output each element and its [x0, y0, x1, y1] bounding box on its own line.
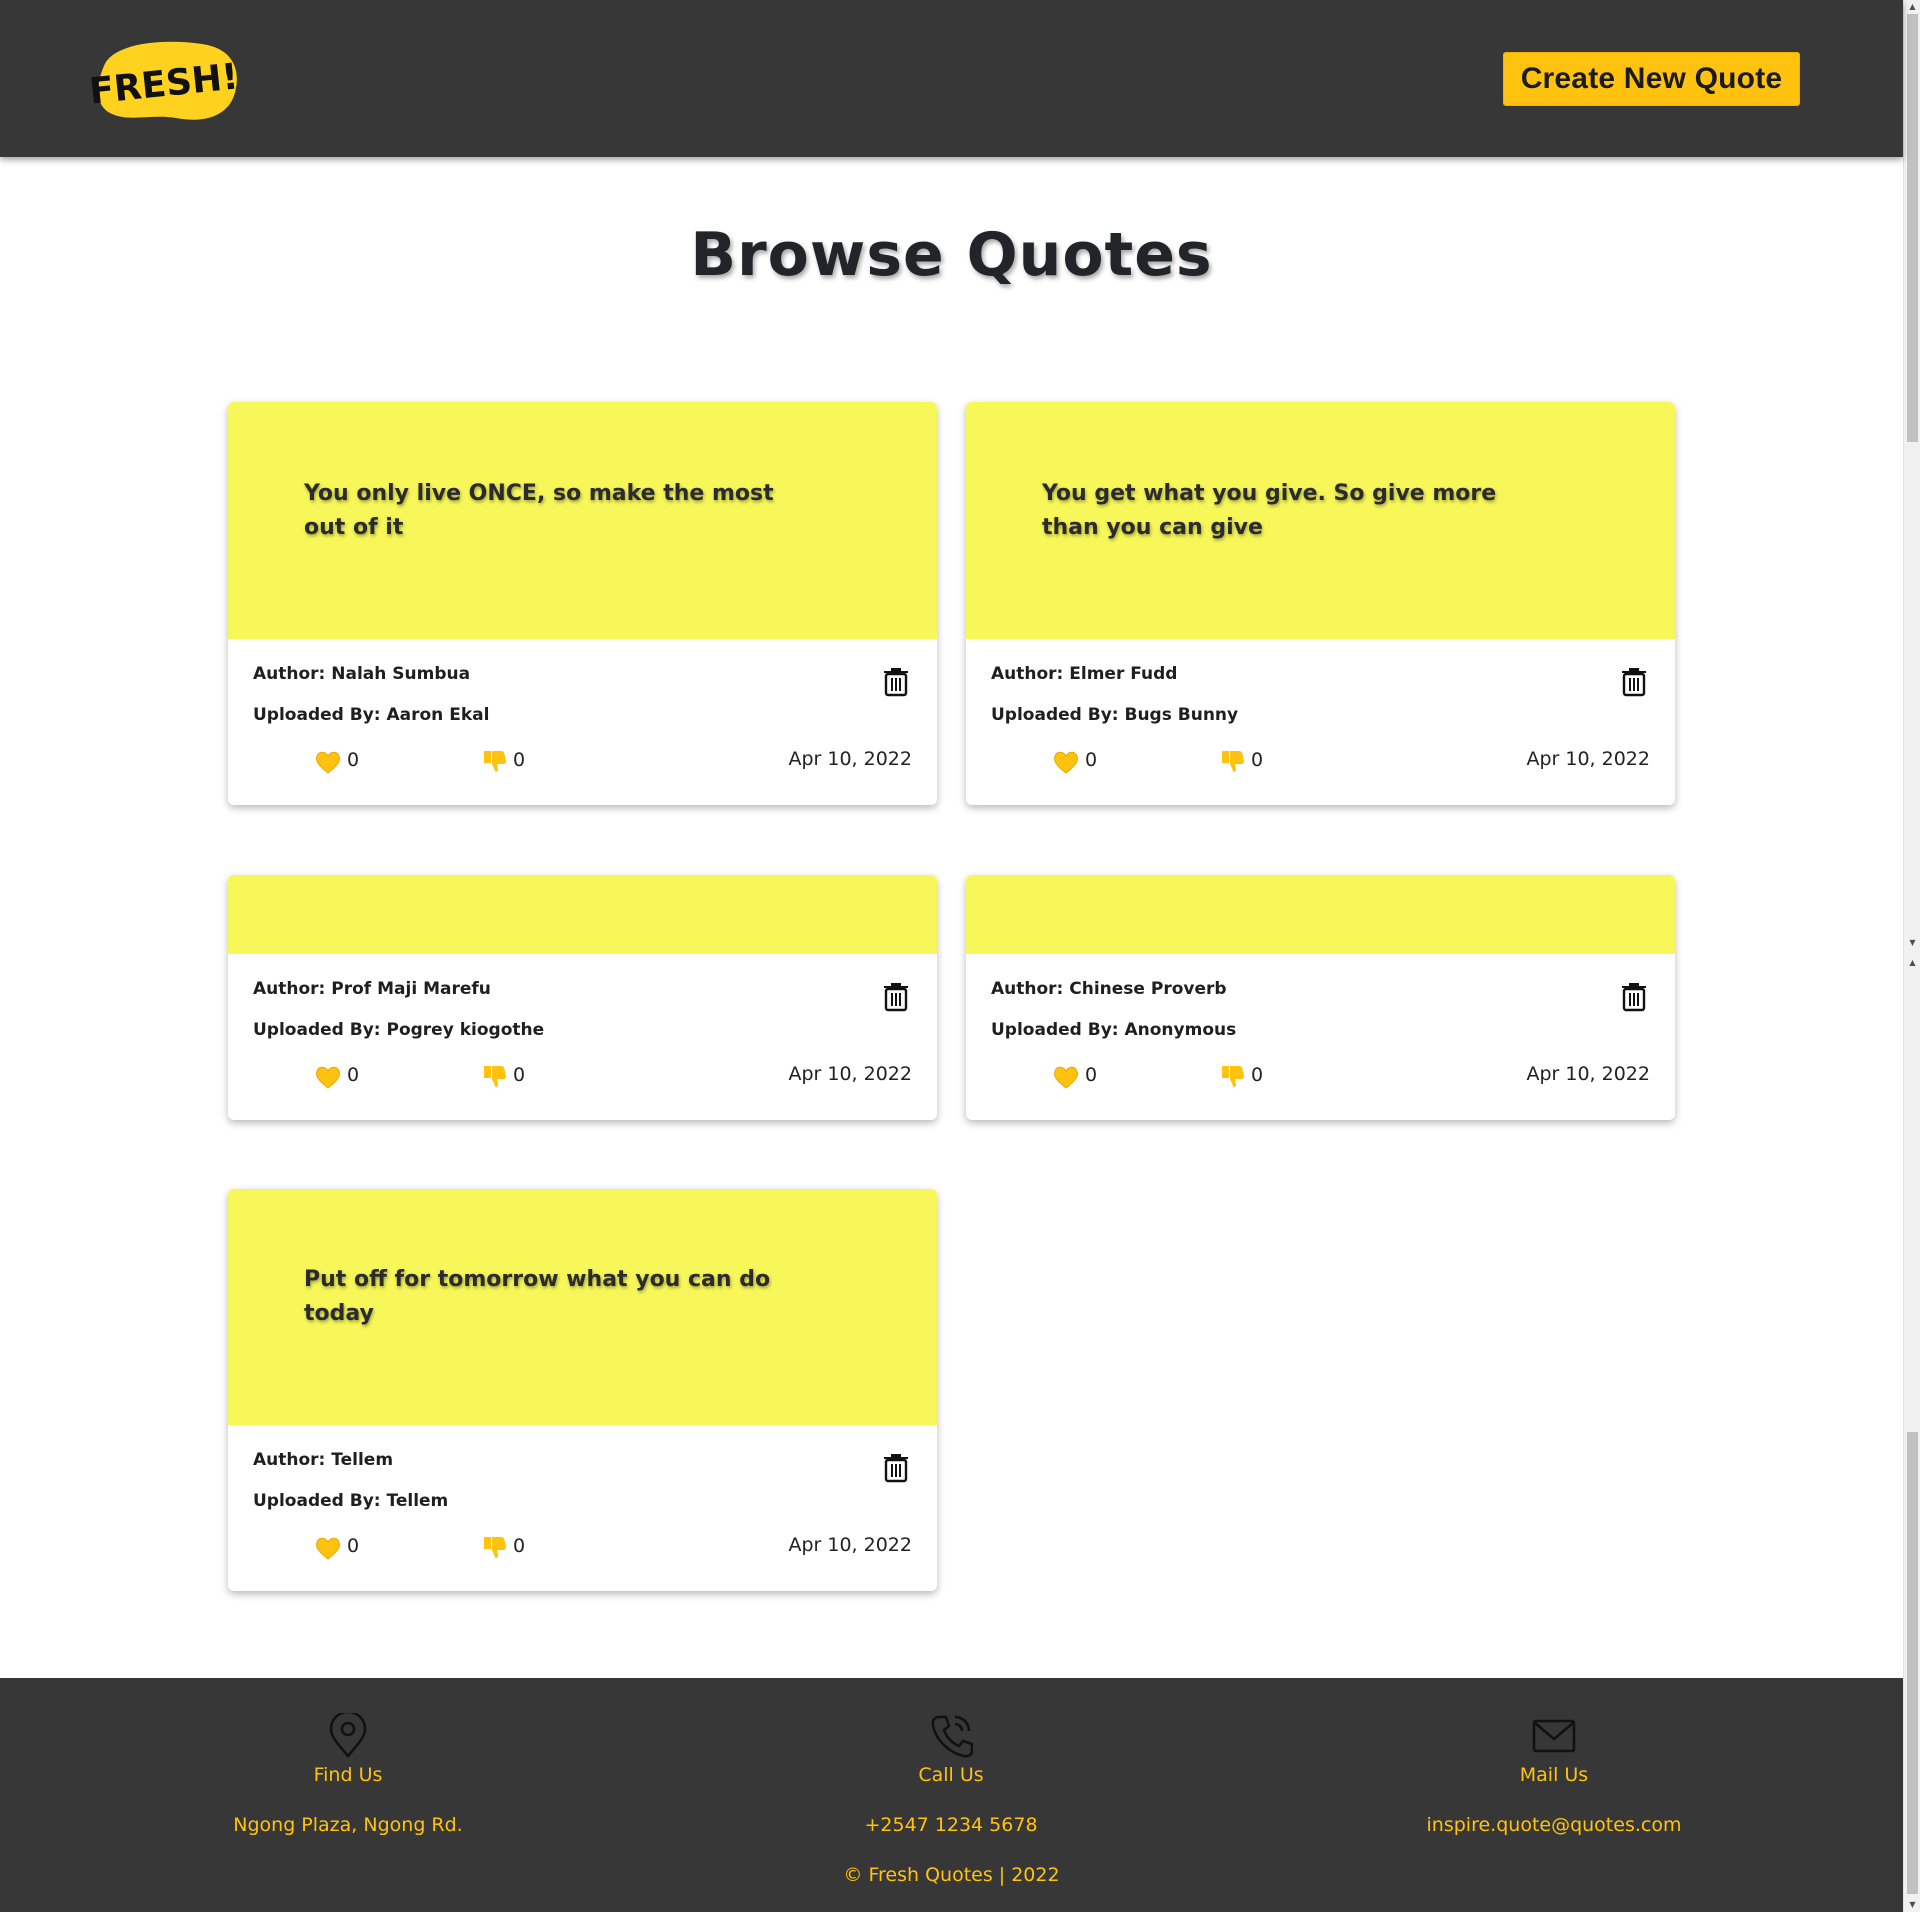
quote-uploader: Uploaded By: Tellem — [253, 1491, 449, 1511]
thumbs-down-icon[interactable] — [480, 747, 508, 775]
heart-icon[interactable] — [1052, 749, 1080, 775]
heart-icon[interactable] — [1052, 1064, 1080, 1090]
quote-card-bottom: Author: Elmer Fudd Uploaded By: Bugs Bun… — [966, 639, 1675, 805]
like-count: 0 — [347, 1064, 360, 1086]
trash-icon[interactable] — [882, 1451, 910, 1483]
quote-author: Author: Prof Maji Marefu — [253, 979, 491, 999]
dislike-count: 0 — [513, 1064, 526, 1086]
quote-date: Apr 10, 2022 — [1526, 748, 1650, 770]
create-new-quote-button[interactable]: Create New Quote — [1503, 52, 1800, 106]
envelope-icon — [1532, 1719, 1576, 1753]
scrollbar-thumb[interactable] — [1907, 14, 1918, 442]
scroll-down-arrow-icon[interactable]: ▼ — [1904, 936, 1920, 950]
trash-icon[interactable] — [1620, 665, 1648, 697]
trash-icon[interactable] — [1620, 980, 1648, 1012]
footer-email[interactable]: inspire.quote@quotes.com — [1354, 1814, 1754, 1836]
quote-card: You get what you give. So give more than… — [966, 402, 1675, 805]
footer-phone[interactable]: +2547 1234 5678 — [751, 1814, 1151, 1836]
thumbs-down-icon[interactable] — [1218, 1062, 1246, 1090]
quote-card-top: You get what you give. So give more than… — [966, 402, 1675, 639]
quote-card-top — [228, 875, 937, 954]
page-title: Browse Quotes — [690, 220, 1213, 290]
vertical-scrollbar[interactable]: ▲ ▼ ▲ ▼ — [1903, 0, 1920, 1912]
scroll-up-arrow-icon[interactable]: ▲ — [1904, 956, 1920, 970]
quote-uploader: Uploaded By: Pogrey kiogothe — [253, 1020, 545, 1040]
heart-icon[interactable] — [314, 1535, 342, 1561]
quote-card-top: You only live ONCE, so make the most out… — [228, 402, 937, 639]
copyright: © Fresh Quotes | 2022 — [843, 1864, 1060, 1886]
quote-card-top: Put off for tomorrow what you can do tod… — [228, 1189, 937, 1425]
footer-mail-title: Mail Us — [1519, 1764, 1589, 1786]
thumbs-down-icon[interactable] — [480, 1533, 508, 1561]
like-count: 0 — [347, 1535, 360, 1557]
phone-icon — [931, 1715, 973, 1758]
heart-icon[interactable] — [314, 749, 342, 775]
quote-uploader: Uploaded By: Aaron Ekal — [253, 705, 490, 725]
quote-text: You get what you give. So give more than… — [1042, 481, 1497, 540]
quote-text: You only live ONCE, so make the most out… — [304, 481, 774, 540]
quote-uploader: Uploaded By: Bugs Bunny — [991, 705, 1239, 725]
trash-icon[interactable] — [882, 665, 910, 697]
quote-author: Author: Elmer Fudd — [991, 664, 1178, 684]
quote-author: Author: Tellem — [253, 1450, 394, 1470]
quote-date: Apr 10, 2022 — [1526, 1063, 1650, 1085]
quote-author: Author: Chinese Proverb — [991, 979, 1227, 999]
like-count: 0 — [347, 749, 360, 771]
quote-card-bottom: Author: Prof Maji Marefu Uploaded By: Po… — [228, 954, 937, 1120]
footer-call-title: Call Us — [918, 1764, 984, 1786]
navbar: FRESH! Create New Quote — [0, 0, 1903, 157]
dislike-count: 0 — [513, 1535, 526, 1557]
dislike-count: 0 — [513, 749, 526, 771]
trash-icon[interactable] — [882, 980, 910, 1012]
quote-date: Apr 10, 2022 — [788, 1534, 912, 1556]
map-pin-icon — [329, 1713, 367, 1759]
scroll-down-arrow-icon[interactable]: ▼ — [1904, 1898, 1920, 1912]
thumbs-down-icon[interactable] — [480, 1062, 508, 1090]
quote-card: Author: Chinese Proverb Uploaded By: Ano… — [966, 875, 1675, 1120]
scroll-up-arrow-icon[interactable]: ▲ — [1904, 0, 1920, 14]
quote-uploader: Uploaded By: Anonymous — [991, 1020, 1237, 1040]
quote-date: Apr 10, 2022 — [788, 1063, 912, 1085]
heart-icon[interactable] — [314, 1064, 342, 1090]
fresh-logo[interactable]: FRESH! — [90, 36, 240, 126]
footer-address: Ngong Plaza, Ngong Rd. — [233, 1814, 463, 1836]
scrollbar-thumb[interactable] — [1907, 1432, 1918, 1894]
quote-card-bottom: Author: Tellem Uploaded By: Tellem 0 0 A… — [228, 1425, 937, 1591]
quote-author: Author: Nalah Sumbua — [253, 664, 471, 684]
quote-card: Author: Prof Maji Marefu Uploaded By: Po… — [228, 875, 937, 1120]
like-count: 0 — [1085, 1064, 1098, 1086]
quote-card-bottom: Author: Chinese Proverb Uploaded By: Ano… — [966, 954, 1675, 1120]
quote-card-top — [966, 875, 1675, 954]
page: FRESH! Create New Quote Browse Quotes Yo… — [0, 0, 1903, 1912]
footer-find-title: Find Us — [313, 1764, 383, 1786]
quote-card: Put off for tomorrow what you can do tod… — [228, 1189, 937, 1591]
quote-text: Put off for tomorrow what you can do tod… — [304, 1267, 771, 1326]
dislike-count: 0 — [1251, 749, 1264, 771]
thumbs-down-icon[interactable] — [1218, 747, 1246, 775]
quote-card: You only live ONCE, so make the most out… — [228, 402, 937, 805]
like-count: 0 — [1085, 749, 1098, 771]
quote-date: Apr 10, 2022 — [788, 748, 912, 770]
dislike-count: 0 — [1251, 1064, 1264, 1086]
footer: Find Us Ngong Plaza, Ngong Rd. Call Us +… — [0, 1678, 1903, 1912]
quote-card-bottom: Author: Nalah Sumbua Uploaded By: Aaron … — [228, 639, 937, 805]
